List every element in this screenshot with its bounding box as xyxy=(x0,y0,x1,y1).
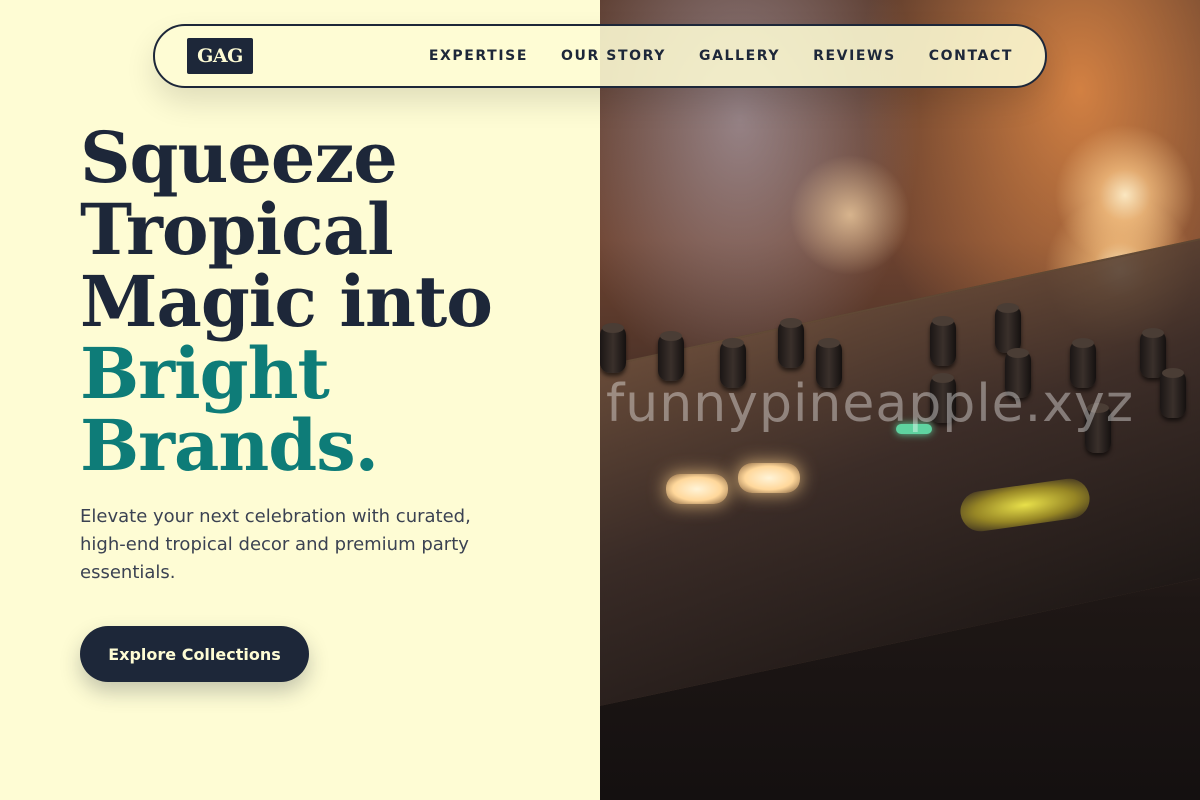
nav-link-gallery[interactable]: GALLERY xyxy=(699,48,780,64)
mixer-knob xyxy=(600,323,626,373)
mixer-knob xyxy=(1160,368,1186,418)
mixer-knob xyxy=(930,316,956,366)
explore-collections-button[interactable]: Explore Collections xyxy=(80,626,309,682)
top-navigation: GAG EXPERTISE OUR STORY GALLERY REVIEWS … xyxy=(153,24,1047,88)
hero-title: Squeeze Tropical Magic into Bright Brand… xyxy=(80,116,493,487)
hero-title-accent-line: Brands. xyxy=(80,404,379,487)
hero-subtitle: Elevate your next celebration with curat… xyxy=(80,506,471,583)
nav-link-expertise[interactable]: EXPERTISE xyxy=(429,48,528,64)
image-watermark: funnypineapple.xyz xyxy=(606,374,1135,434)
hero-title-line: Tropical xyxy=(80,188,394,271)
hero-title-line: Magic into xyxy=(80,260,493,343)
mixer-knob xyxy=(778,318,804,368)
brand-logo[interactable]: GAG xyxy=(187,38,253,74)
nav-link-reviews[interactable]: REVIEWS xyxy=(813,48,896,64)
mixer-pad-light xyxy=(738,463,800,493)
nav-link-contact[interactable]: CONTACT xyxy=(929,48,1013,64)
nav-link-our-story[interactable]: OUR STORY xyxy=(561,48,666,64)
mixer-pad-light xyxy=(666,474,728,504)
mixer-knob xyxy=(995,303,1021,353)
hero-title-accent-line: Bright xyxy=(80,332,330,415)
mixer-deck xyxy=(600,225,1200,715)
nav-links: EXPERTISE OUR STORY GALLERY REVIEWS CONT… xyxy=(429,48,1013,64)
hero-title-line: Squeeze xyxy=(80,116,398,199)
